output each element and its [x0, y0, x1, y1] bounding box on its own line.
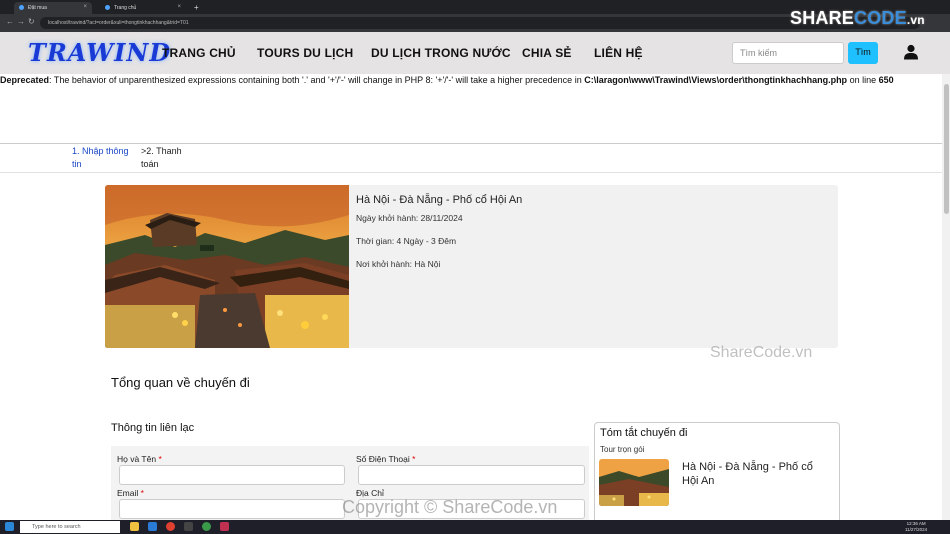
- steps-divider-bottom: [0, 172, 942, 173]
- taskbar-search[interactable]: Type here to search: [20, 521, 120, 533]
- warning-message: : The behavior of unparenthesized expres…: [49, 75, 585, 85]
- summary-photo: [599, 459, 669, 506]
- step-enter-info[interactable]: 1. Nhập thông tin: [72, 145, 134, 171]
- php-deprecation-warning: Deprecated: The behavior of unparenthesi…: [0, 74, 940, 86]
- email-field[interactable]: [119, 499, 345, 519]
- scrollbar-thumb[interactable]: [944, 84, 949, 214]
- steps-divider: [0, 143, 942, 144]
- chrome-icon[interactable]: [166, 522, 175, 531]
- terminal-icon[interactable]: [184, 522, 193, 531]
- vscode-icon[interactable]: [148, 522, 157, 531]
- tour-name: Hà Nội - Đà Nẵng - Phố cổ Hội An: [356, 194, 523, 206]
- overview-title: Tổng quan về chuyến đi: [111, 375, 250, 390]
- fullname-field[interactable]: [119, 465, 345, 485]
- tab-label: Đặt mua: [28, 5, 47, 11]
- browser-tab-active[interactable]: Đặt mua ×: [14, 2, 92, 14]
- close-tab-icon[interactable]: ×: [177, 4, 181, 10]
- contact-info-title: Thông tin liên lạc: [111, 422, 195, 434]
- tour-start-date: Ngày khởi hành: 28/11/2024: [356, 213, 463, 223]
- user-icon[interactable]: [903, 44, 919, 60]
- tab-favicon-icon: [105, 5, 110, 10]
- app-icon[interactable]: [202, 522, 211, 531]
- tab-label: Trang chủ: [114, 5, 137, 11]
- nav-home[interactable]: TRANG CHỦ: [162, 46, 236, 60]
- phone-label: Số Điện Thoại *: [356, 454, 416, 464]
- summary-tour-name: Hà Nội - Đà Nẵng - Phố cổ Hội An: [682, 461, 813, 487]
- os-taskbar: [0, 520, 950, 534]
- warning-path: C:\laragon\www\Trawind\Views\order\thong…: [584, 75, 848, 85]
- nav-domestic[interactable]: DU LỊCH TRONG NƯỚC: [371, 46, 511, 60]
- search-button[interactable]: Tìm: [848, 42, 878, 64]
- search-input[interactable]: Tìm kiếm: [732, 42, 844, 64]
- file-explorer-icon[interactable]: [130, 522, 139, 531]
- watermark-copyright: Copyright © ShareCode.vn: [342, 497, 558, 517]
- fullname-label: Họ và Tên *: [117, 454, 162, 464]
- close-tab-icon[interactable]: ×: [83, 4, 87, 10]
- forward-icon[interactable]: →: [17, 17, 25, 26]
- new-tab-button[interactable]: +: [190, 2, 204, 14]
- tour-duration: Thời gian: 4 Ngày - 3 Đêm: [356, 236, 457, 246]
- windows-start-icon[interactable]: [5, 522, 14, 531]
- tour-photo: [105, 185, 349, 348]
- taskbar-clock[interactable]: 12:36 AM 11/27/2024: [905, 521, 927, 533]
- url-field[interactable]: localhost/trawind/?act=order&xuli=thongt…: [40, 17, 920, 29]
- browser-tab[interactable]: Trang chủ ×: [100, 2, 186, 14]
- reload-icon[interactable]: ↻: [28, 17, 35, 26]
- summary-title: Tóm tắt chuyến đi: [600, 427, 688, 439]
- nav-share[interactable]: CHIA SẺ: [522, 46, 572, 60]
- email-label: Email *: [117, 488, 144, 498]
- summary-tour-type: Tour trọn gói: [600, 445, 645, 454]
- tab-favicon-icon: [19, 5, 24, 10]
- nav-contact[interactable]: LIÊN HỆ: [594, 46, 643, 60]
- back-icon[interactable]: ←: [6, 17, 14, 26]
- phone-field[interactable]: [358, 465, 585, 485]
- nav-tours[interactable]: TOURS DU LỊCH: [257, 46, 353, 60]
- site-logo[interactable]: TRAWIND: [28, 38, 171, 67]
- app-icon-2[interactable]: [220, 522, 229, 531]
- tour-departure: Nơi khởi hành: Hà Nội: [356, 259, 441, 269]
- sharecode-logo-watermark: SHARECODE.vn: [790, 8, 925, 28]
- warning-line-number: 650: [878, 75, 894, 85]
- watermark-middle: ShareCode.vn: [710, 344, 813, 361]
- warning-on-line: on line: [847, 75, 879, 85]
- step-payment[interactable]: >2. Thanh toán: [141, 145, 189, 171]
- warning-label: Deprecated: [0, 75, 50, 85]
